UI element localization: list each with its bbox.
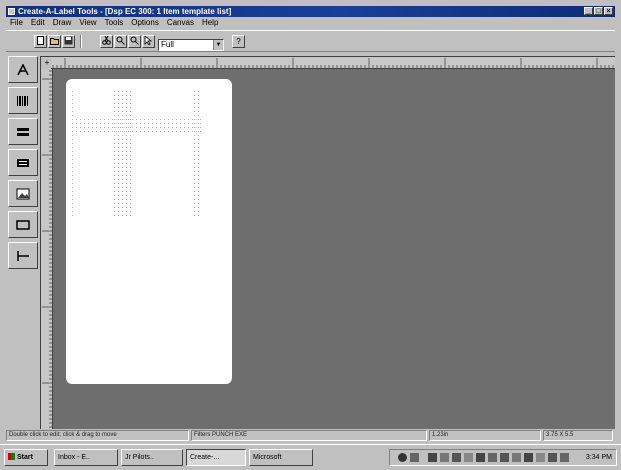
toolbar-separator — [80, 35, 82, 48]
network-icon[interactable] — [410, 453, 419, 462]
dotted-grid-pattern — [72, 91, 201, 216]
menu-view[interactable]: View — [79, 18, 96, 28]
bar-graphic-tool-icon[interactable] — [8, 118, 38, 145]
help-button[interactable]: ? — [232, 35, 245, 48]
pointer-icon[interactable] — [142, 35, 155, 48]
menu-help[interactable]: Help — [202, 18, 218, 28]
image-tool-icon[interactable] — [8, 180, 38, 207]
status-hint: Double click to edit; click & drag to mo… — [6, 430, 189, 441]
close-button[interactable]: × — [604, 7, 613, 15]
speaker-icon[interactable] — [398, 453, 407, 462]
maximize-button[interactable]: □ — [594, 7, 603, 15]
status-position: 1.23in — [429, 430, 541, 441]
tray-app-icon[interactable] — [428, 453, 437, 462]
design-canvas[interactable]: + — [40, 56, 615, 429]
zoom-select[interactable]: Full ▼ — [158, 39, 224, 51]
taskbar-button-pilots[interactable]: Jr Pilots.. — [121, 449, 183, 466]
taskbar-button-create[interactable]: Create-... — [186, 449, 246, 466]
windows-logo-icon — [8, 453, 15, 460]
tray-app-icon[interactable] — [548, 453, 557, 462]
menu-bar: File Edit Draw View Tools Options Canvas… — [6, 18, 615, 28]
vertical-ruler — [41, 69, 53, 429]
rectangle-tool-icon[interactable] — [8, 211, 38, 238]
minimize-button[interactable]: _ — [584, 7, 593, 15]
start-label: Start — [17, 454, 33, 461]
zoom-in-icon[interactable] — [114, 35, 127, 48]
application-window: Create-A-Label Tools - [Dsp EC 300: 1 It… — [0, 0, 621, 470]
toolbar: Full ▼ ? — [6, 30, 615, 52]
menu-file[interactable]: File — [10, 18, 23, 28]
tray-app-icon[interactable] — [512, 453, 521, 462]
menu-options[interactable]: Options — [131, 18, 159, 28]
save-disk-icon[interactable] — [62, 35, 75, 48]
tray-app-icon[interactable] — [452, 453, 461, 462]
window-title: Create-A-Label Tools - [Dsp EC 300: 1 It… — [18, 7, 232, 16]
open-folder-icon[interactable] — [48, 35, 61, 48]
cut-icon[interactable] — [100, 35, 113, 48]
status-size: 3.75 X 5.5 — [543, 430, 613, 441]
status-bar: Double click to edit; click & drag to mo… — [6, 430, 615, 441]
text-tool-icon[interactable] — [8, 56, 38, 83]
tray-app-icon[interactable] — [488, 453, 497, 462]
title-bar[interactable]: Create-A-Label Tools - [Dsp EC 300: 1 It… — [6, 6, 615, 17]
menu-tools[interactable]: Tools — [105, 18, 124, 28]
taskbar: Start Inbox - E.. Jr Pilots.. Create-...… — [0, 444, 621, 470]
tray-app-icon[interactable] — [560, 453, 569, 462]
new-file-icon[interactable] — [34, 35, 47, 48]
chevron-down-icon[interactable]: ▼ — [213, 40, 223, 50]
menu-edit[interactable]: Edit — [31, 18, 45, 28]
app-icon[interactable] — [8, 8, 15, 15]
status-name: Filters PUNCH EXE — [191, 430, 427, 441]
tray-app-icon[interactable] — [464, 453, 473, 462]
barcode-tool-icon[interactable] — [8, 87, 38, 114]
menu-canvas[interactable]: Canvas — [167, 18, 194, 28]
tray-app-icon[interactable] — [524, 453, 533, 462]
zoom-out-icon[interactable] — [128, 35, 141, 48]
taskbar-button-microsoft[interactable]: Microsoft — [249, 449, 313, 466]
label-tool-icon[interactable] — [8, 149, 38, 176]
clock[interactable]: 3:34 PM — [586, 450, 612, 465]
tray-app-icon[interactable] — [500, 453, 509, 462]
start-button[interactable]: Start — [4, 449, 48, 466]
line-tool-icon[interactable] — [8, 242, 38, 269]
horizontal-ruler — [51, 57, 615, 69]
menu-draw[interactable]: Draw — [53, 18, 72, 28]
zoom-value: Full — [161, 40, 174, 49]
tray-app-icon[interactable] — [536, 453, 545, 462]
taskbar-button-inbox[interactable]: Inbox - E.. — [54, 449, 118, 466]
left-toolbox — [8, 56, 38, 270]
tray-app-icon[interactable] — [476, 453, 485, 462]
tray-app-icon[interactable] — [440, 453, 449, 462]
label-page[interactable] — [66, 79, 232, 384]
system-tray: 3:34 PM — [389, 449, 617, 466]
